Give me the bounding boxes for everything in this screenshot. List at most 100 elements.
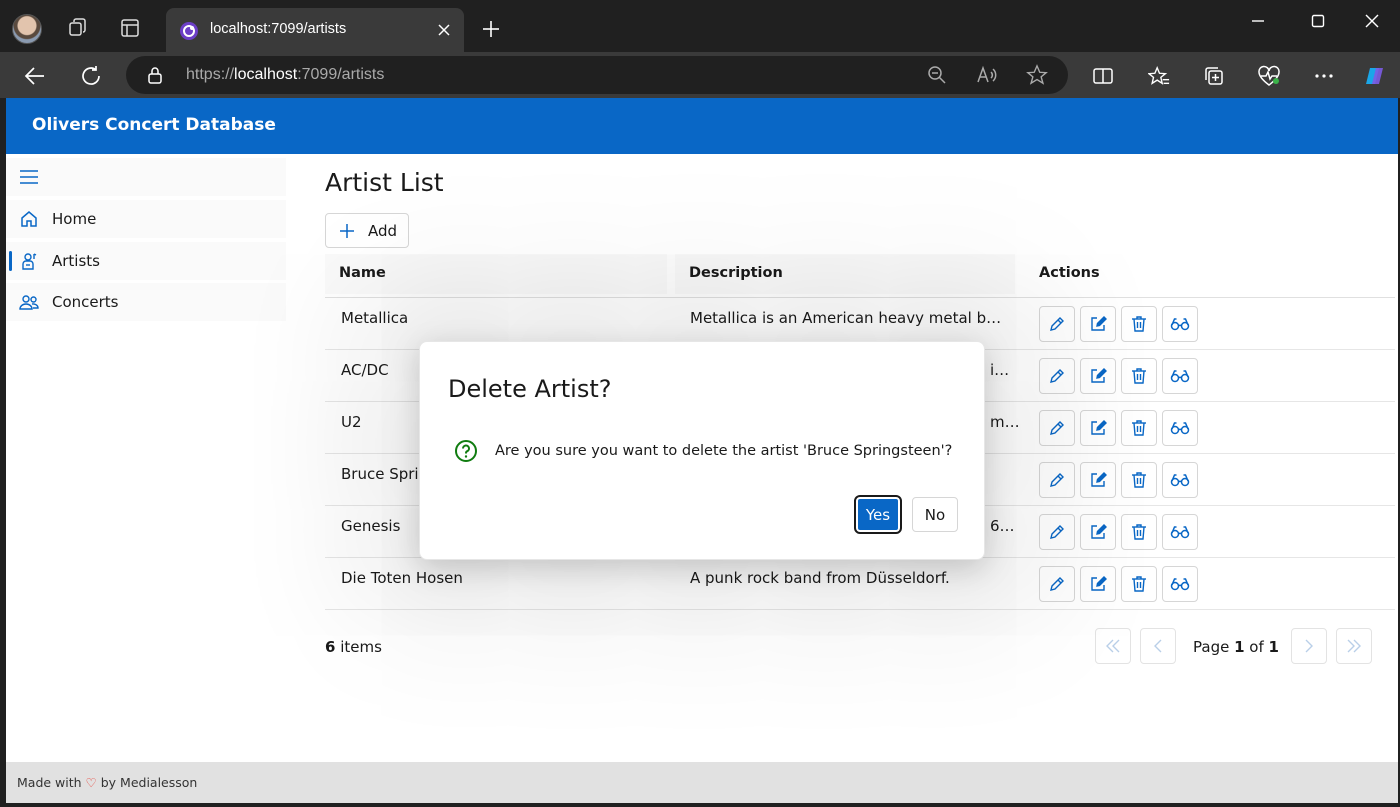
nav-toggle[interactable] [6,158,286,196]
edit-dialog-button[interactable] [1080,566,1116,602]
artist-name: Bruce Sprin [341,465,421,483]
maximize-icon[interactable] [1298,8,1338,34]
edit-button[interactable] [1039,410,1075,446]
delete-button[interactable] [1121,410,1157,446]
delete-button[interactable] [1121,566,1157,602]
view-button[interactable] [1162,462,1198,498]
plus-icon [340,223,354,238]
nav-item-label: Home [52,210,97,228]
column-header-name[interactable]: Name [325,254,667,294]
grid-header: Name Description Actions [325,254,1395,298]
edit-dialog-button[interactable] [1080,306,1116,342]
trash-icon [1132,576,1146,592]
nav-item-concerts[interactable]: Concerts [6,283,286,321]
glasses-icon [1170,526,1190,539]
lock-icon[interactable] [146,66,164,84]
address-bar[interactable]: https://localhost:7099/artists [126,56,1068,94]
url-text[interactable]: https://localhost:7099/artists [186,66,384,84]
edit-button[interactable] [1039,566,1075,602]
next-page-button[interactable] [1291,628,1327,664]
row-actions [1039,358,1198,394]
delete-button[interactable] [1121,358,1157,394]
edit-window-icon [1091,368,1107,383]
close-window-icon[interactable] [1352,8,1392,34]
edit-window-icon [1091,576,1107,591]
delete-button[interactable] [1121,306,1157,342]
edit-dialog-button[interactable] [1080,462,1116,498]
edit-button[interactable] [1039,514,1075,550]
double-chevron-left-icon [1106,639,1120,653]
glasses-icon [1170,318,1190,331]
view-button[interactable] [1162,566,1198,602]
hamburger-icon[interactable] [19,168,39,190]
view-button[interactable] [1162,410,1198,446]
last-page-button[interactable] [1336,628,1372,664]
url-host: localhost [234,66,298,83]
active-tab[interactable]: localhost:7099/artists [166,8,464,52]
dialog-message: Are you sure you want to delete the arti… [495,443,953,459]
workspaces-icon[interactable] [66,16,90,40]
split-screen-icon[interactable] [1089,62,1117,90]
pencil-icon [1050,317,1064,331]
zoom-out-icon[interactable] [926,64,948,86]
artist-description: A punk rock band from Düsseldorf. [690,569,950,587]
minimize-icon[interactable] [1238,8,1278,34]
column-header-description[interactable]: Description [675,254,1015,294]
no-button[interactable]: No [912,497,958,532]
refresh-icon[interactable] [77,62,105,90]
close-tab-icon[interactable] [434,20,454,40]
artist-description: 6… [990,517,1015,535]
favorite-star-icon[interactable] [1026,64,1048,86]
edit-dialog-button[interactable] [1080,358,1116,394]
double-chevron-right-icon [1347,639,1361,653]
favorites-icon[interactable] [1145,62,1173,90]
edit-window-icon [1091,316,1107,331]
row-actions [1039,306,1198,342]
yes-button[interactable]: Yes [854,495,902,534]
edit-window-icon [1091,420,1107,435]
trash-icon [1132,316,1146,332]
footer-by[interactable]: by Medialesson [97,775,198,790]
read-aloud-icon[interactable] [976,64,998,86]
footer-text: Made with ♡ by Medialesson [17,775,197,790]
chevron-right-icon [1305,639,1313,653]
edit-button[interactable] [1039,462,1075,498]
delete-button[interactable] [1121,514,1157,550]
pencil-icon [1050,369,1064,383]
artist-icon [19,251,39,271]
edit-button[interactable] [1039,306,1075,342]
nav-item-home[interactable]: Home [6,200,286,238]
trash-icon [1132,420,1146,436]
delete-button[interactable] [1121,462,1157,498]
glasses-icon [1170,578,1190,591]
edit-dialog-button[interactable] [1080,514,1116,550]
new-tab-icon[interactable] [478,16,504,42]
view-button[interactable] [1162,306,1198,342]
row-actions [1039,462,1198,498]
first-page-button[interactable] [1095,628,1131,664]
nav-item-artists[interactable]: Artists [6,242,286,280]
page-indicator: Page 1 of 1 [1193,638,1279,656]
edit-button[interactable] [1039,358,1075,394]
profile-avatar[interactable] [12,14,42,44]
view-button[interactable] [1162,358,1198,394]
collections-icon[interactable] [1200,62,1228,90]
table-row: Die Toten Hosen A punk rock band from Dü… [325,558,1395,610]
artist-name: Metallica [341,309,409,327]
more-options-icon[interactable] [1310,62,1338,90]
pencil-icon [1050,577,1064,591]
row-actions [1039,566,1198,602]
previous-page-button[interactable] [1140,628,1176,664]
copilot-icon[interactable] [1360,62,1388,90]
item-count-number: 6 [325,638,336,656]
blazor-favicon-icon [178,20,200,42]
trash-icon [1132,472,1146,488]
total-pages: 1 [1268,638,1279,656]
vertical-tabs-icon[interactable] [118,16,142,40]
page-word: Page [1193,638,1235,656]
edit-dialog-button[interactable] [1080,410,1116,446]
back-icon[interactable] [21,62,49,90]
browser-essentials-icon[interactable] [1255,62,1283,90]
add-artist-button[interactable]: Add [325,213,409,248]
view-button[interactable] [1162,514,1198,550]
